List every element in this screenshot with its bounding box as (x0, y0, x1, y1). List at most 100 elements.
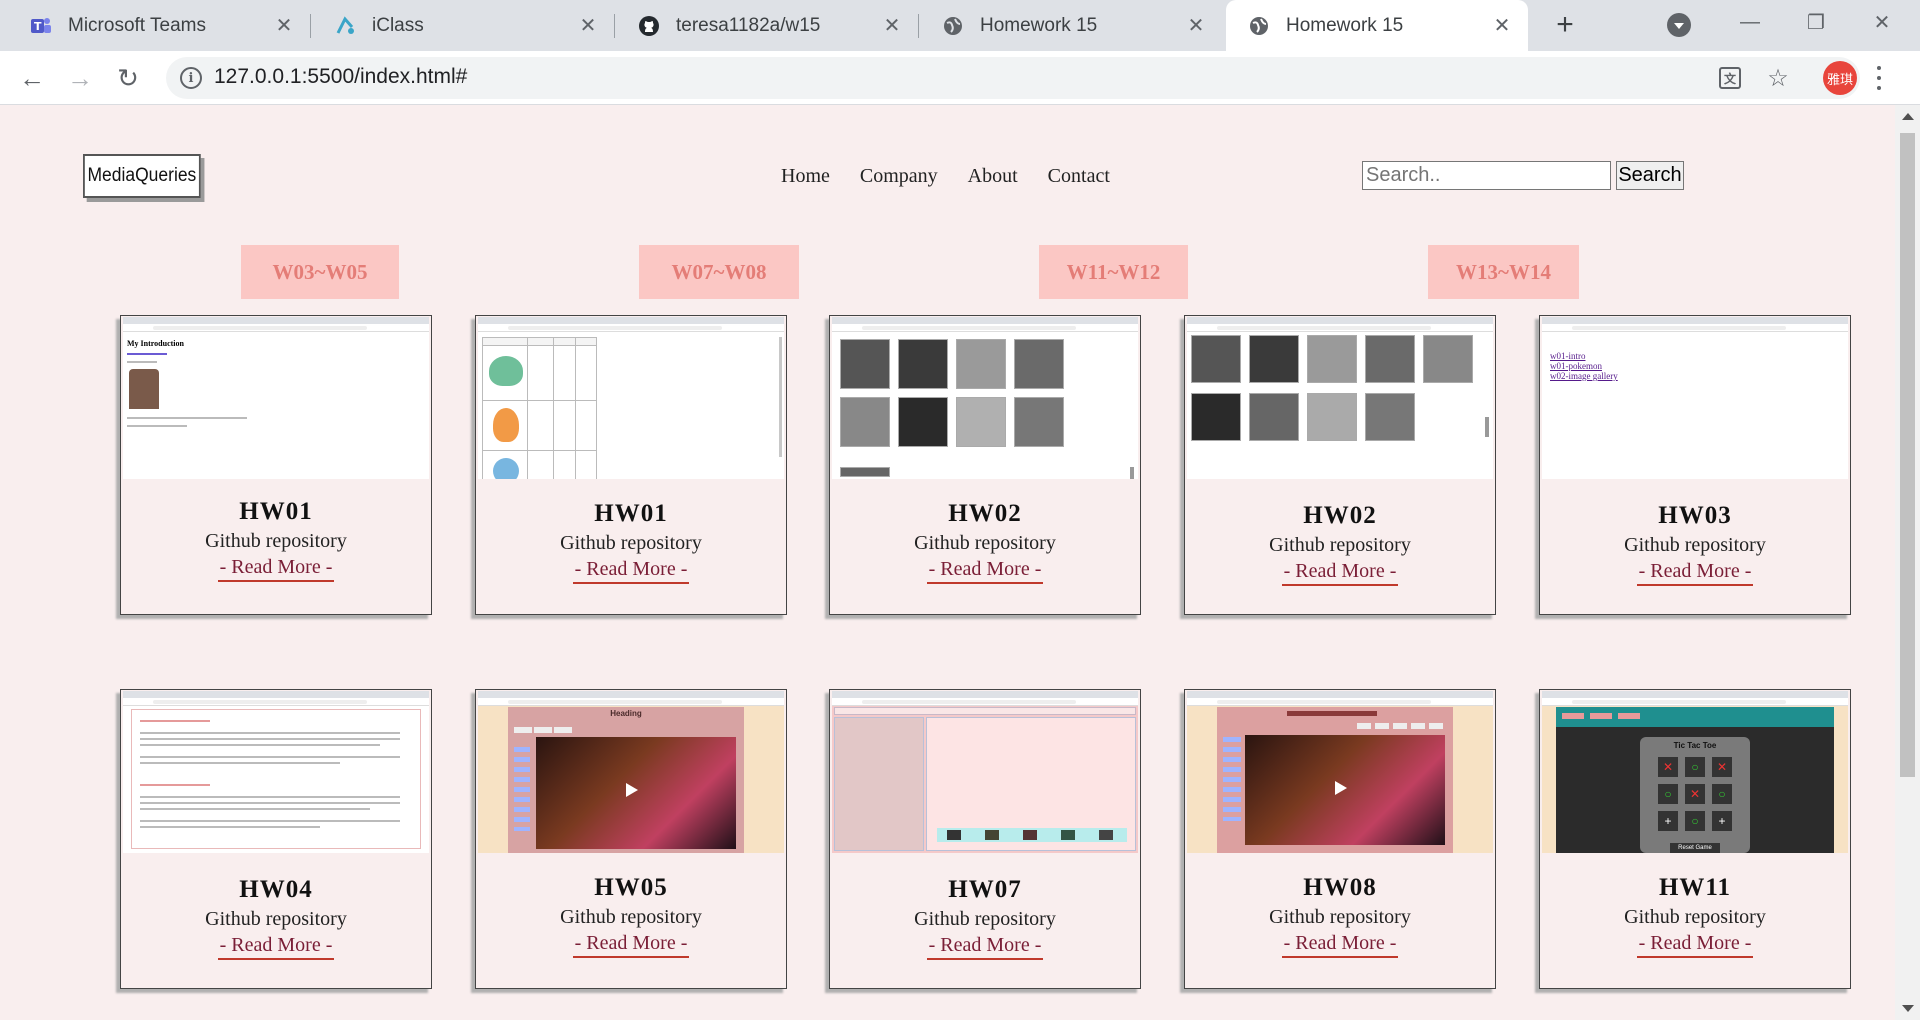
tab-homework-15[interactable]: Homework 15 ✕ (920, 0, 1222, 51)
close-icon[interactable]: ✕ (882, 15, 902, 37)
url-text[interactable]: 127.0.0.1:5500/index.html# (214, 65, 467, 89)
pokemon-image (489, 356, 523, 386)
card-thumbnail[interactable] (123, 691, 429, 853)
card-thumbnail[interactable] (1187, 317, 1493, 479)
read-more-link[interactable]: - Read More - (1281, 932, 1399, 958)
web-page: MediaQueries Home Company About Contact … (0, 105, 1895, 1020)
read-more-link[interactable]: - Read More - (926, 558, 1044, 584)
nav-home[interactable]: Home (781, 165, 830, 188)
card-repo: Github repository (205, 908, 347, 930)
translate-icon[interactable]: 文 (1716, 64, 1744, 92)
close-icon[interactable]: ✕ (578, 15, 598, 37)
gallery-photo (1249, 335, 1299, 383)
tab-homework-15-active[interactable]: Homework 15 ✕ (1226, 0, 1528, 51)
card-hw01-pokemon[interactable]: HW01 Github repository - Read More - (475, 315, 787, 615)
card-hw04[interactable]: HW04 Github repository - Read More - (120, 689, 432, 989)
tab-separator (310, 14, 311, 38)
close-icon[interactable]: ✕ (274, 15, 294, 37)
read-more-link[interactable]: - Read More - (217, 556, 335, 582)
gallery-photo (840, 467, 890, 477)
board-cell[interactable]: + (1658, 811, 1678, 831)
card-thumbnail[interactable] (478, 317, 784, 479)
read-more-link[interactable]: - Read More - (1281, 560, 1399, 586)
card-hw08[interactable]: HW08 Github repository - Read More - (1184, 689, 1496, 989)
card-thumbnail[interactable]: My Introduction (123, 317, 429, 479)
restore-button[interactable]: ❐ (1786, 0, 1846, 44)
read-more-link[interactable]: - Read More - (1636, 560, 1754, 586)
tab-search-icon[interactable] (1667, 13, 1691, 37)
card-hw02[interactable]: HW02 Github repository - Read More - (829, 315, 1141, 615)
bookmark-star-icon[interactable]: ☆ (1764, 64, 1792, 92)
gallery-photo (956, 339, 1006, 389)
read-more-link[interactable]: - Read More - (572, 558, 690, 584)
card-hw02-gallery[interactable]: HW02 Github repository - Read More - (1184, 315, 1496, 615)
brand-button[interactable]: MediaQueries (83, 154, 201, 198)
card-hw07[interactable]: HW07 Github repository - Read More - (829, 689, 1141, 989)
board-cell[interactable]: ○ (1685, 757, 1705, 777)
card-thumbnail[interactable] (832, 691, 1138, 853)
card-thumbnail[interactable]: Heading (478, 691, 784, 853)
browser-tab-strip: T Microsoft Teams ✕ iClass ✕ teresa1182a… (0, 0, 1920, 51)
card-thumbnail[interactable] (832, 317, 1138, 479)
week-label: W11~W12 (1039, 245, 1188, 299)
new-tab-button[interactable]: + (1548, 8, 1582, 42)
nav-contact[interactable]: Contact (1048, 165, 1110, 188)
read-more-link[interactable]: - Read More - (926, 934, 1044, 960)
close-icon[interactable]: ✕ (1492, 15, 1512, 37)
github-icon (638, 15, 660, 37)
thumb-link: w01-intro (1550, 351, 1586, 361)
search-button[interactable]: Search (1616, 161, 1684, 190)
board-cell[interactable]: ○ (1658, 784, 1678, 804)
tab-iclass[interactable]: iClass ✕ (312, 0, 615, 51)
read-more-link[interactable]: - Read More - (1636, 932, 1754, 958)
board-cell[interactable]: ✕ (1712, 757, 1732, 777)
teams-icon: T (30, 15, 52, 37)
card-thumbnail[interactable]: w01-intro w01-pokemon w02-image gallery (1542, 317, 1848, 479)
reset-game-button[interactable]: Reset Game (1670, 843, 1720, 853)
card-title: HW02 (1303, 502, 1377, 529)
read-more-link[interactable]: - Read More - (217, 934, 335, 960)
week-label: W13~W14 (1428, 245, 1579, 299)
card-repo: Github repository (1269, 534, 1411, 556)
card-thumbnail[interactable]: Tic Tac Toe ✕ ○ ✕ ○ ✕ ○ + ○ + Reset Game (1542, 691, 1848, 853)
scrollbar-thumb[interactable] (1900, 133, 1915, 777)
tab-github[interactable]: teresa1182a/w15 ✕ (616, 0, 919, 51)
card-hw01[interactable]: My Introduction HW01 Github repository -… (120, 315, 432, 615)
gallery-photo (1423, 335, 1473, 383)
scroll-up-arrow-icon[interactable] (1902, 113, 1914, 120)
address-bar[interactable]: i 127.0.0.1:5500/index.html# (166, 57, 1860, 99)
minimize-button[interactable]: — (1720, 0, 1780, 44)
game-page: Tic Tac Toe ✕ ○ ✕ ○ ✕ ○ + ○ + Reset Game (1556, 707, 1834, 853)
card-hw11[interactable]: Tic Tac Toe ✕ ○ ✕ ○ ✕ ○ + ○ + Reset Game (1539, 689, 1851, 989)
video-player[interactable] (1245, 735, 1445, 845)
card-hw03[interactable]: w01-intro w01-pokemon w02-image gallery … (1539, 315, 1851, 615)
close-icon[interactable]: ✕ (1186, 15, 1206, 37)
board-cell[interactable]: ○ (1712, 784, 1732, 804)
scroll-down-arrow-icon[interactable] (1902, 1005, 1914, 1012)
gallery-photo (840, 339, 890, 389)
reload-button[interactable]: ↻ (112, 62, 144, 94)
profile-avatar[interactable]: 雅琪 (1823, 61, 1857, 95)
board-cell[interactable]: ✕ (1685, 784, 1705, 804)
close-window-button[interactable]: ✕ (1852, 0, 1912, 44)
card-repo: Github repository (205, 530, 347, 552)
board-cell[interactable]: ✕ (1658, 757, 1678, 777)
tab-microsoft-teams[interactable]: T Microsoft Teams ✕ (8, 0, 311, 51)
gallery-photo (1365, 335, 1415, 383)
board-cell[interactable]: ○ (1685, 811, 1705, 831)
board-cell[interactable]: + (1712, 811, 1732, 831)
info-icon[interactable]: i (180, 67, 202, 89)
read-more-link[interactable]: - Read More - (572, 932, 690, 958)
back-button[interactable]: ← (16, 62, 48, 94)
card-thumbnail[interactable] (1187, 691, 1493, 853)
search-input[interactable] (1362, 161, 1611, 190)
video-player[interactable] (536, 737, 736, 849)
nav-company[interactable]: Company (860, 165, 938, 188)
page-scrollbar[interactable] (1895, 105, 1920, 1020)
nav-about[interactable]: About (968, 165, 1018, 188)
card-hw05[interactable]: Heading HW05 Github repository - Read Mo… (475, 689, 787, 989)
menu-icon[interactable] (1872, 63, 1886, 93)
play-icon[interactable] (626, 783, 638, 797)
play-icon[interactable] (1335, 781, 1347, 795)
forward-button[interactable]: → (64, 62, 96, 94)
